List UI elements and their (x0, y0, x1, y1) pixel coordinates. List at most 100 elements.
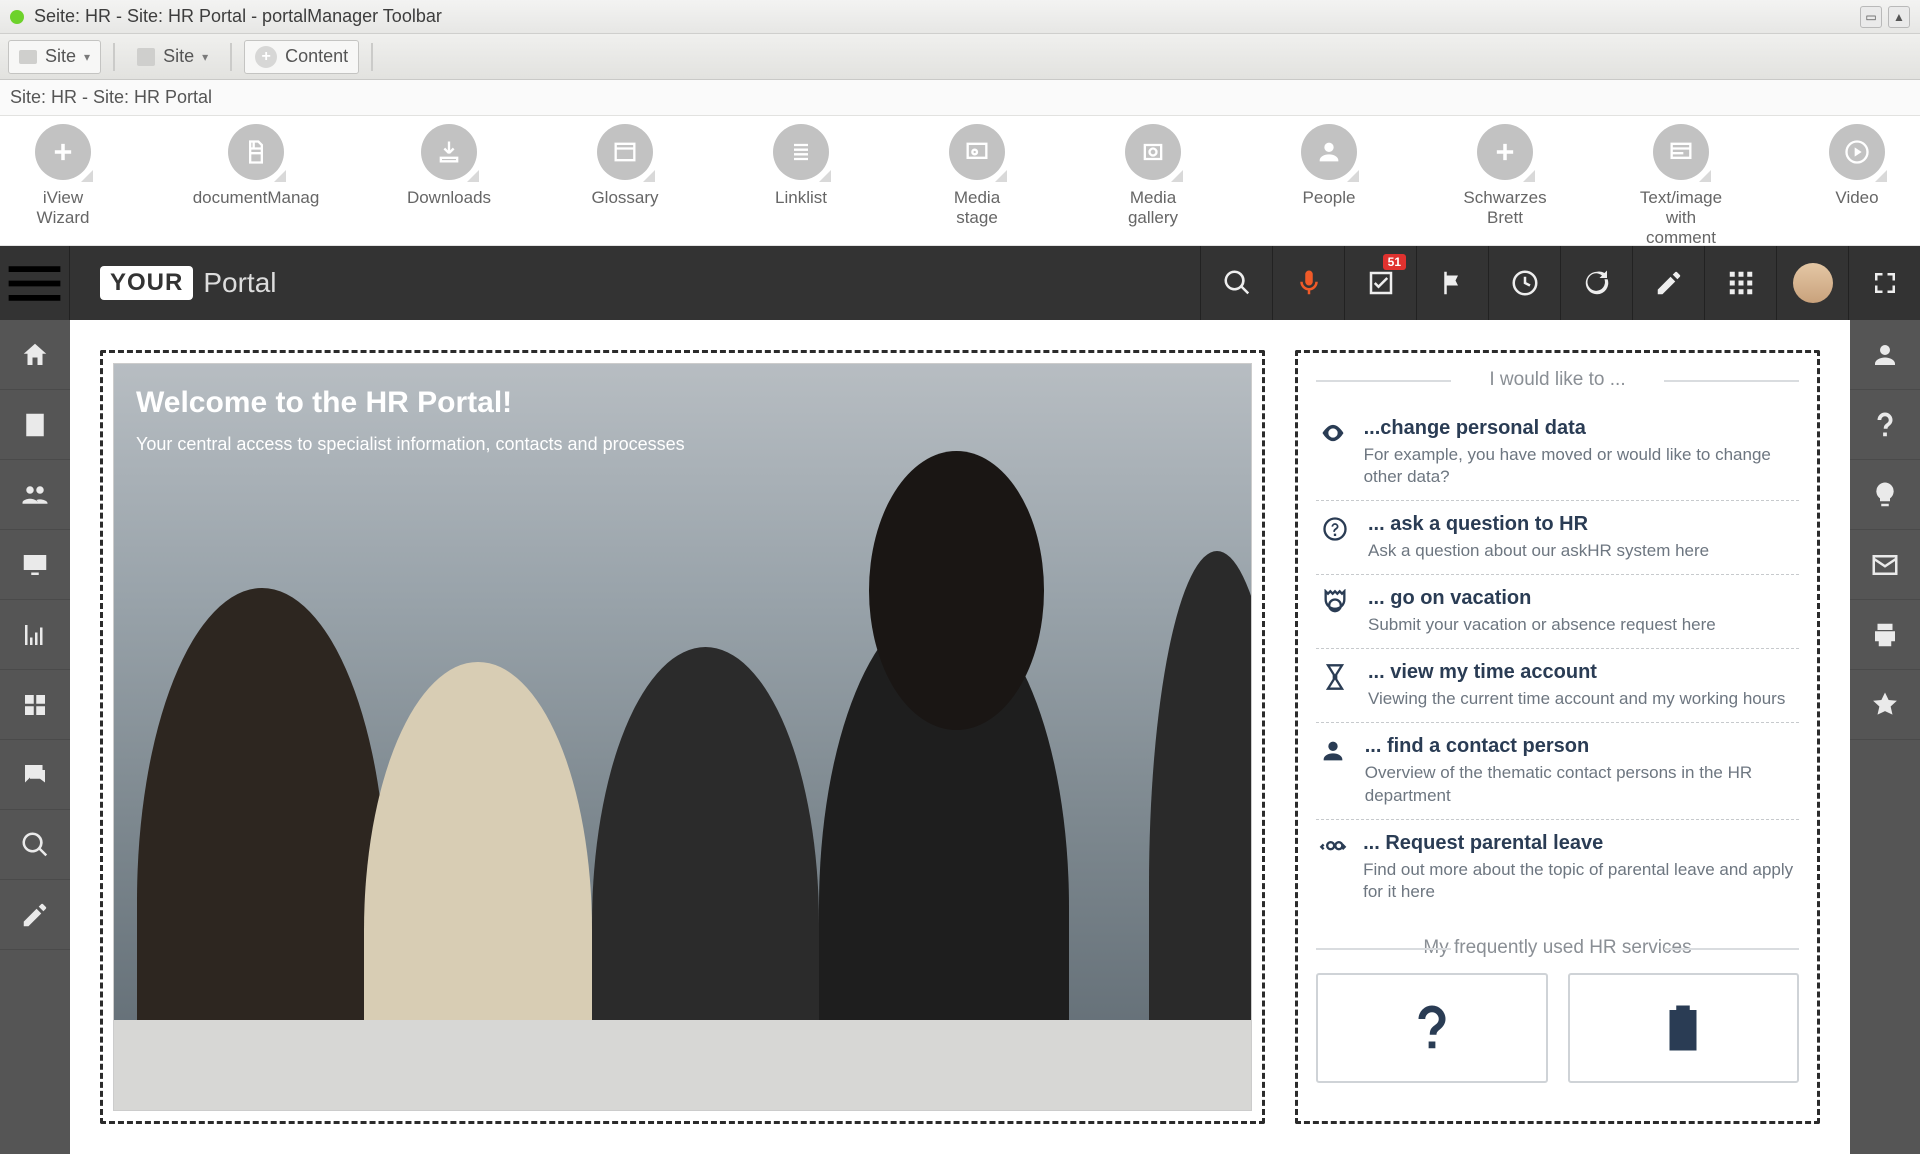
wish-item-2[interactable]: ... go on vacationSubmit your vacation o… (1316, 575, 1799, 649)
palette-icon (949, 124, 1005, 180)
palette-item-2[interactable]: Downloads (406, 124, 492, 208)
freq-tile-checklist[interactable] (1568, 973, 1800, 1083)
wish-item-4[interactable]: ... find a contact personOverview of the… (1316, 723, 1799, 819)
history-button[interactable] (1560, 246, 1632, 320)
palette-item-3[interactable]: Glossary (582, 124, 668, 208)
palette-item-0[interactable]: iView Wizard (20, 124, 106, 228)
editor-toolbar: Site ▾ Site ▾ + Content (0, 34, 1920, 80)
site-dropdown-1-label: Site (45, 46, 76, 67)
nav-apps[interactable] (0, 670, 70, 740)
toolbar-divider (371, 43, 373, 71)
wish-title: ... go on vacation (1368, 587, 1716, 610)
palette-label: Linklist (775, 188, 827, 208)
window-maximize-button[interactable]: ▲ (1888, 6, 1910, 28)
flag-button[interactable] (1416, 246, 1488, 320)
wish-item-5[interactable]: ... Request parental leave Find out more … (1316, 820, 1799, 915)
palette-item-7[interactable]: People (1286, 124, 1372, 208)
wish-title: ... find a contact person (1365, 735, 1797, 758)
notification-badge: 51 (1383, 254, 1406, 270)
clock-icon (1510, 268, 1540, 298)
wish-title: ... ask a question to HR (1368, 513, 1709, 536)
edit-button[interactable] (1632, 246, 1704, 320)
content-button-label: Content (285, 46, 348, 67)
palette-label: Schwarzes Brett (1462, 188, 1548, 228)
nav-home[interactable] (0, 320, 70, 390)
wish-desc: Find out more about the topic of parenta… (1363, 859, 1797, 903)
wish-desc: For example, you have moved or would lik… (1364, 444, 1797, 488)
checkbox-icon (1366, 268, 1396, 298)
palette-label: Video (1835, 188, 1878, 208)
nav-building[interactable] (0, 390, 70, 460)
wish-icon (1318, 513, 1352, 562)
fullscreen-button[interactable] (1848, 246, 1920, 320)
wish-desc: Ask a question about our askHR system he… (1368, 540, 1709, 562)
nav-search[interactable] (0, 810, 70, 880)
tasks-button[interactable]: 51 (1344, 246, 1416, 320)
freq-title: My frequently used HR services (1316, 937, 1799, 959)
question-icon (1405, 1001, 1459, 1055)
nav-edit[interactable] (0, 880, 70, 950)
palette-item-1[interactable]: documentManag (196, 124, 316, 208)
rnav-print[interactable] (1850, 600, 1920, 670)
palette-label: Downloads (407, 188, 491, 208)
clock-button[interactable] (1488, 246, 1560, 320)
wish-item-1[interactable]: ... ask a question to HR Ask a question a… (1316, 501, 1799, 575)
palette-icon (1301, 124, 1357, 180)
palette-item-4[interactable]: Linklist (758, 124, 844, 208)
site-dropdown-1[interactable]: Site ▾ (8, 40, 101, 74)
palette-icon (1829, 124, 1885, 180)
chevron-down-icon: ▾ (84, 50, 90, 64)
content-button[interactable]: + Content (244, 40, 359, 74)
status-dot (10, 10, 24, 24)
nav-desktop[interactable] (0, 530, 70, 600)
print-icon (1870, 620, 1900, 650)
component-palette: iView Wizard documentManag Downloads Glossa… (0, 116, 1920, 246)
palette-item-6[interactable]: Media gallery (1110, 124, 1196, 228)
breadcrumb-text: Site: HR - Site: HR Portal (10, 87, 212, 108)
rnav-star[interactable] (1850, 670, 1920, 740)
wish-item-3[interactable]: ... view my time account Viewing the curr… (1316, 649, 1799, 723)
wish-icon (1318, 587, 1352, 636)
rnav-help[interactable] (1850, 390, 1920, 460)
nav-chat[interactable] (0, 740, 70, 810)
mail-icon (1870, 550, 1900, 580)
grid-button[interactable] (1704, 246, 1776, 320)
palette-item-5[interactable]: Media stage (934, 124, 1020, 228)
voice-button[interactable] (1272, 246, 1344, 320)
right-nav-rail (1850, 320, 1920, 1154)
wish-title: ... view my time account (1368, 661, 1785, 684)
page-icon (137, 48, 155, 66)
palette-label: Media stage (934, 188, 1020, 228)
window-minimize-button[interactable]: ▭ (1860, 6, 1882, 28)
wish-icon (1318, 417, 1348, 488)
toolbar-divider (113, 43, 115, 71)
palette-label: documentManag (193, 188, 320, 208)
people-icon (20, 480, 50, 510)
search-button[interactable] (1200, 246, 1272, 320)
hamburger-button[interactable] (0, 246, 70, 320)
palette-item-10[interactable]: Video (1814, 124, 1900, 208)
rnav-user[interactable] (1850, 320, 1920, 390)
portal-header: YOUR Portal 51 (0, 246, 1920, 320)
profile-button[interactable] (1776, 246, 1848, 320)
freq-tile-help[interactable] (1316, 973, 1548, 1083)
wish-item-0[interactable]: ...change personal data For example, you … (1316, 405, 1799, 501)
nav-analytics[interactable] (0, 600, 70, 670)
palette-item-8[interactable]: Schwarzes Brett (1462, 124, 1548, 228)
rnav-idea[interactable] (1850, 460, 1920, 530)
wish-title: ...change personal data (1364, 417, 1797, 440)
hero-subtitle: Your central access to specialist inform… (136, 434, 685, 455)
portal-logo[interactable]: YOUR Portal (100, 266, 277, 300)
rnav-mail[interactable] (1850, 530, 1920, 600)
building-icon (20, 410, 50, 440)
wish-desc: Viewing the current time account and my … (1368, 688, 1785, 710)
search-icon (1222, 268, 1252, 298)
wish-title: ... Request parental leave (1363, 832, 1797, 855)
nav-people[interactable] (0, 460, 70, 530)
hero-region[interactable]: Welcome to the HR Portal! Your central a… (100, 350, 1265, 1124)
site-dropdown-2[interactable]: Site ▾ (127, 40, 218, 74)
wish-panel[interactable]: I would like to ... ...change personal d… (1295, 350, 1820, 1124)
wish-icon (1318, 661, 1352, 710)
left-nav-rail (0, 320, 70, 1154)
plus-icon: + (255, 46, 277, 68)
